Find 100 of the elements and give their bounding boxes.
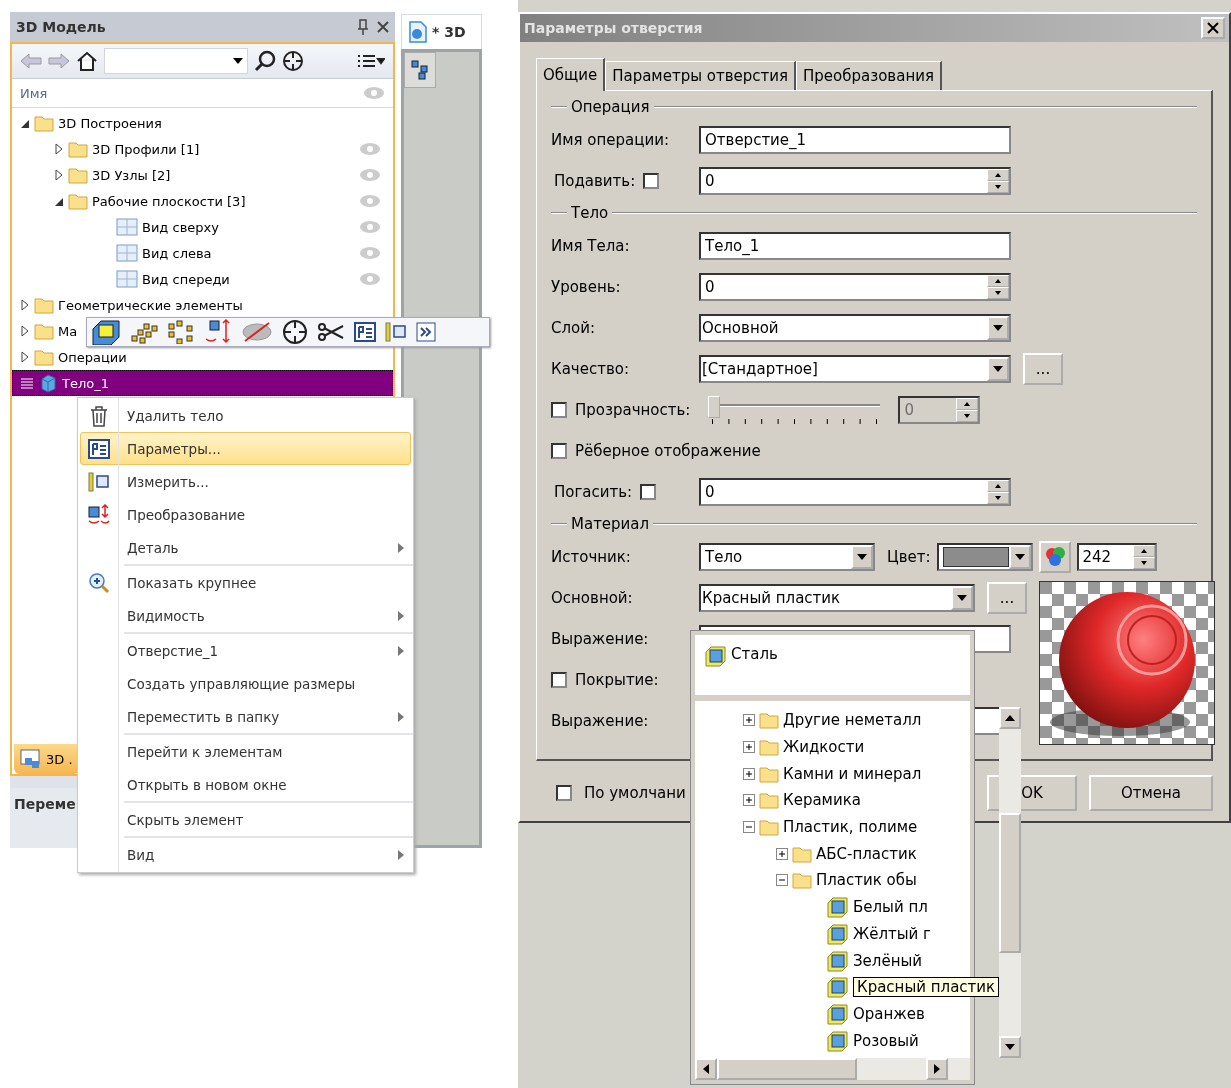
menu-item[interactable]: Открыть в новом окне bbox=[80, 768, 411, 801]
scrollbar[interactable] bbox=[999, 707, 1022, 1058]
menu-item[interactable]: Переместить в папку bbox=[80, 700, 411, 733]
slider-track[interactable] bbox=[708, 395, 881, 424]
folder-icon bbox=[68, 166, 88, 184]
menu-item[interactable]: Видимость bbox=[80, 599, 411, 632]
spin-field[interactable]: 242 bbox=[1076, 542, 1157, 571]
tree-item[interactable]: Рабочие плоскости [3] bbox=[12, 188, 393, 214]
browse-button[interactable]: ... bbox=[1023, 352, 1063, 385]
tree-item[interactable]: Вид сверху bbox=[12, 214, 393, 240]
checkbox[interactable] bbox=[556, 785, 572, 801]
tree-item-label: 3D Узлы [2] bbox=[92, 167, 171, 183]
menu-item[interactable]: Скрыть элемент bbox=[80, 803, 411, 836]
material-tree-item[interactable]: Пластик, полиме bbox=[695, 813, 1000, 841]
material-tree-item[interactable]: Пластик обы bbox=[695, 867, 1000, 894]
panel-tab[interactable]: 3D . bbox=[14, 744, 80, 774]
tab[interactable]: Преобразования bbox=[796, 61, 942, 90]
material-tree-item[interactable]: Зелёный bbox=[695, 947, 1000, 974]
tree-item[interactable]: 3D Узлы [2] bbox=[12, 162, 393, 188]
menu-item[interactable]: Перейти к элементам bbox=[80, 735, 411, 768]
spin-field[interactable]: 0 bbox=[699, 272, 1011, 301]
spin-up-button[interactable] bbox=[1132, 544, 1155, 557]
tree-item[interactable]: Геометрические элементы bbox=[12, 292, 393, 318]
tree-item-label: Рабочие плоскости [3] bbox=[92, 193, 246, 209]
folder-icon bbox=[34, 322, 54, 340]
spin-up-button[interactable] bbox=[987, 168, 1009, 181]
tree-item[interactable]: Ма bbox=[12, 318, 393, 344]
checkbox-label: Покрытие: bbox=[575, 670, 659, 689]
material-tree-item[interactable]: Жёлтый г bbox=[695, 920, 1000, 948]
collapsed-arrow-icon[interactable] bbox=[20, 351, 30, 363]
menu-item[interactable]: Отверстие_1 bbox=[80, 634, 411, 667]
tab[interactable]: Общие bbox=[536, 58, 606, 91]
dropdown[interactable]: Основной bbox=[699, 313, 1011, 342]
expand-icon[interactable] bbox=[743, 794, 755, 807]
checkbox[interactable] bbox=[551, 442, 567, 459]
scroll-up-icon bbox=[1005, 715, 1016, 721]
dropdown[interactable]: Красный пластик bbox=[699, 583, 975, 612]
scrollbar-thumb[interactable] bbox=[717, 1058, 857, 1080]
spin-field[interactable]: 0 bbox=[699, 477, 1011, 506]
menu-item[interactable]: Деталь bbox=[80, 531, 411, 564]
color-dropdown[interactable] bbox=[936, 542, 1033, 571]
material-tree-item[interactable]: АБС-пластик bbox=[695, 840, 1000, 868]
material-tree-item[interactable]: Оранжев bbox=[695, 1000, 1000, 1028]
menu-item[interactable]: Преобразование bbox=[80, 498, 411, 531]
tree-item-label: 3D Профили [1] bbox=[92, 141, 200, 157]
tab[interactable]: Параметры отверстия bbox=[605, 61, 797, 90]
material-tree-item[interactable]: Белый пл bbox=[695, 893, 1000, 921]
material-tree-item[interactable]: Красный пластик bbox=[695, 973, 1000, 1001]
plane-icon bbox=[116, 244, 138, 262]
tree-item[interactable]: Вид спереди bbox=[12, 266, 393, 292]
collapsed-arrow-icon[interactable] bbox=[54, 143, 64, 155]
tree-item-label: Вид спереди bbox=[142, 271, 230, 287]
dialog-button[interactable]: Отмена bbox=[1089, 775, 1213, 811]
tree-item[interactable]: 3D Профили [1] bbox=[12, 136, 393, 162]
hide-icon bbox=[241, 321, 273, 343]
document-tab[interactable]: * 3D bbox=[401, 14, 482, 49]
tree-toggle-button[interactable] bbox=[404, 52, 436, 88]
expand-icon[interactable] bbox=[776, 847, 788, 860]
material-icon bbox=[825, 976, 849, 999]
collapsed-arrow-icon[interactable] bbox=[20, 299, 30, 311]
menu-item[interactable]: Создать управляющие размеры bbox=[80, 667, 411, 700]
collapse-icon[interactable] bbox=[743, 821, 755, 834]
collapsed-arrow-icon[interactable] bbox=[54, 169, 64, 181]
column-header[interactable]: Имя bbox=[20, 85, 363, 101]
collapse-icon[interactable] bbox=[776, 874, 788, 887]
collapsed-arrow-icon[interactable] bbox=[20, 325, 30, 337]
tree-item[interactable]: Вид слева bbox=[12, 240, 393, 266]
material-icon bbox=[825, 1002, 849, 1025]
menu-item[interactable]: Вид bbox=[80, 838, 411, 871]
spin-up-button[interactable] bbox=[987, 479, 1009, 492]
spin-field[interactable]: 0 bbox=[699, 166, 1011, 195]
scrollbar-thumb[interactable] bbox=[999, 812, 1022, 953]
menu-item[interactable]: Удалить тело bbox=[80, 399, 411, 432]
menu-item[interactable]: Параметры... bbox=[80, 432, 411, 465]
tree-item[interactable]: 3D Построения bbox=[12, 110, 393, 136]
text-field[interactable]: Отверстие_1 bbox=[699, 125, 1011, 154]
browse-button[interactable]: ... bbox=[987, 581, 1027, 614]
checkbox[interactable] bbox=[643, 172, 660, 189]
close-button[interactable] bbox=[1201, 17, 1225, 39]
expand-icon[interactable] bbox=[743, 714, 755, 727]
current-material[interactable]: Сталь bbox=[731, 645, 778, 663]
checkbox[interactable] bbox=[640, 483, 657, 500]
dropdown[interactable]: [Стандартное] bbox=[699, 354, 1011, 383]
material-tree-item[interactable]: Розовый bbox=[695, 1027, 1000, 1054]
menu-item[interactable]: Показать крупнее bbox=[80, 566, 411, 599]
eye-icon bbox=[359, 168, 381, 182]
checkbox[interactable] bbox=[551, 671, 567, 688]
material-tree-item[interactable]: Жидкости bbox=[695, 733, 1000, 761]
tree-item[interactable]: Тело_1 bbox=[12, 370, 393, 396]
material-tree-item[interactable]: Другие неметалл bbox=[695, 707, 1000, 734]
caret-down-icon bbox=[993, 324, 1003, 331]
scrollbar[interactable] bbox=[695, 1058, 970, 1080]
menu-item[interactable]: Измерить... bbox=[80, 465, 411, 498]
expand-icon[interactable] bbox=[743, 741, 755, 754]
text-field[interactable]: Тело_1 bbox=[699, 231, 1011, 260]
expand-icon[interactable] bbox=[743, 767, 755, 780]
dropdown[interactable]: Тело bbox=[699, 542, 875, 571]
tree-item[interactable]: Операции bbox=[12, 344, 393, 370]
spin-up-button[interactable] bbox=[987, 274, 1009, 287]
palette-button[interactable] bbox=[1038, 540, 1071, 573]
